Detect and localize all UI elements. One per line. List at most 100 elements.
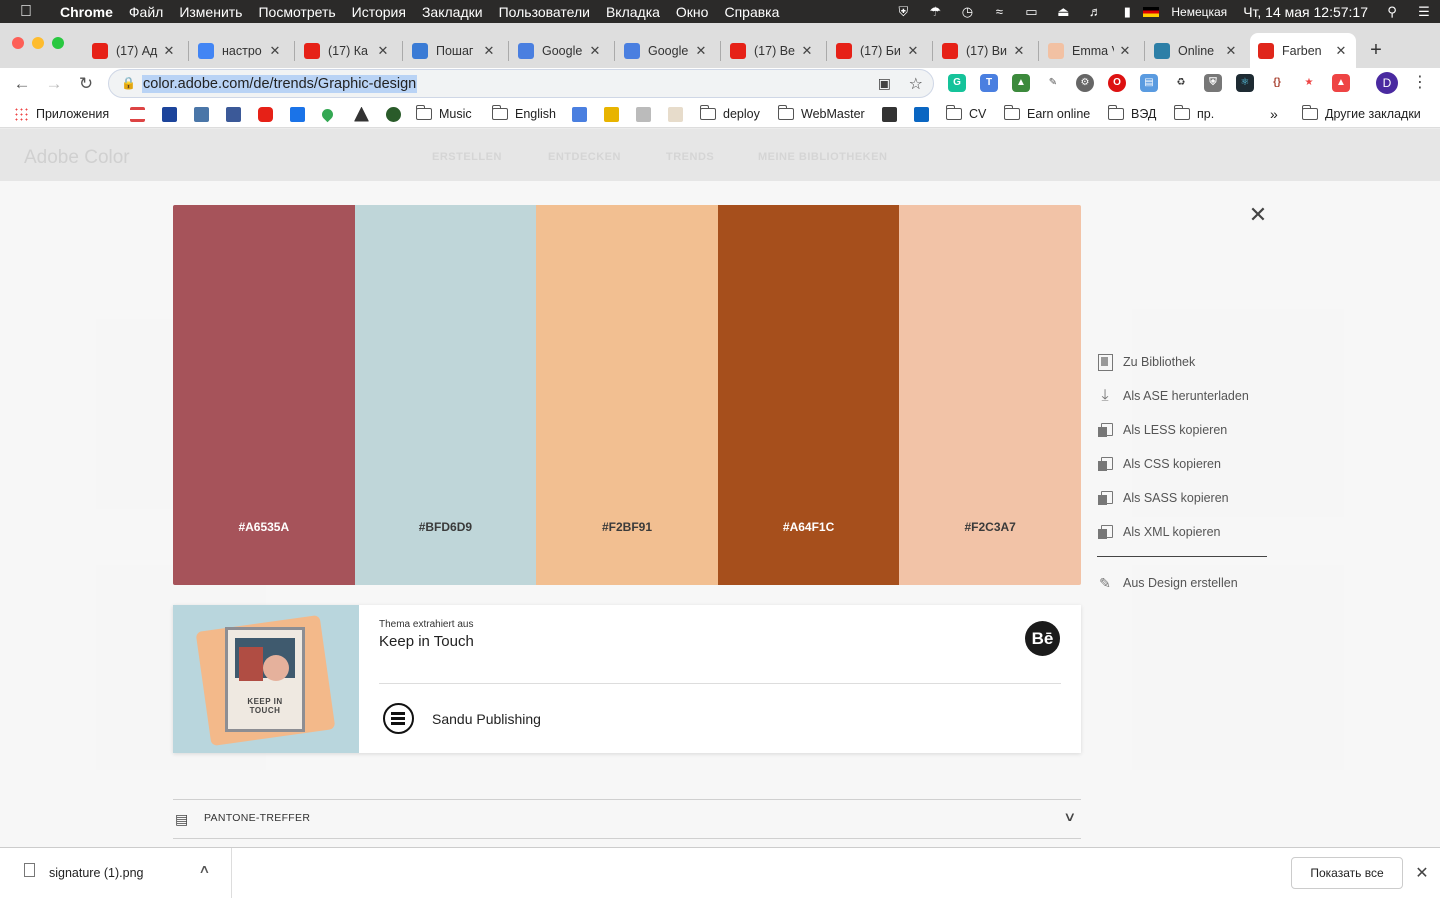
profile-avatar[interactable]: D bbox=[1376, 72, 1398, 94]
reload-icon[interactable]: ↻ bbox=[74, 72, 98, 96]
copy-sass-button[interactable]: Als SASS kopieren bbox=[1097, 481, 1267, 515]
adobe-color-brand[interactable]: Adobe Color bbox=[24, 147, 130, 169]
bookmark-mailchimp[interactable] bbox=[604, 105, 626, 123]
chevron-up-icon[interactable]: ∧ bbox=[198, 862, 210, 876]
json-extension-icon[interactable]: {} bbox=[1268, 74, 1286, 92]
tab-youtube[interactable]: (17) Ка ✕ bbox=[296, 33, 398, 68]
tab-d[interactable]: Online ✕ bbox=[1146, 33, 1246, 68]
close-tab-icon[interactable]: ✕ bbox=[162, 43, 176, 59]
close-window-icon[interactable] bbox=[12, 37, 24, 49]
color-swatch[interactable]: #F2C3A7 bbox=[899, 205, 1081, 585]
close-download-shelf-icon[interactable]: ✕ bbox=[1414, 863, 1430, 883]
nav-explore[interactable]: ENTDECKEN bbox=[548, 151, 621, 163]
theme-source-title[interactable]: Keep in Touch bbox=[379, 633, 474, 650]
bookmark-music[interactable]: Music bbox=[415, 105, 472, 123]
bookmark-english[interactable]: English bbox=[491, 105, 556, 123]
url-text[interactable]: color.adobe.com/de/trends/Graphic-design bbox=[142, 75, 418, 93]
tab-youtube[interactable]: (17) Би ✕ bbox=[828, 33, 928, 68]
bookmark-gear[interactable] bbox=[386, 105, 408, 123]
lock-icon[interactable]: 🔒 bbox=[121, 76, 136, 90]
back-icon[interactable]: ← bbox=[10, 72, 34, 96]
react-devtools-icon[interactable]: ⚛ bbox=[1236, 74, 1254, 92]
bookmark-pr[interactable]: пр. bbox=[1173, 105, 1214, 123]
tab-youtube[interactable]: (17) Ад ✕ bbox=[84, 33, 184, 68]
bookmark-calendar[interactable] bbox=[290, 105, 312, 123]
bookmark-doc[interactable] bbox=[668, 105, 690, 123]
new-tab-button[interactable]: + bbox=[1366, 39, 1386, 62]
close-tab-icon[interactable]: ✕ bbox=[800, 43, 814, 59]
menu-app-name[interactable]: Chrome bbox=[52, 4, 121, 20]
forward-icon[interactable]: → bbox=[42, 72, 66, 96]
menu-tab[interactable]: Вкладка bbox=[598, 4, 668, 20]
shield-icon[interactable]: ⛨ bbox=[887, 4, 919, 20]
nav-libraries[interactable]: MEINE BIBLIOTHEKEN bbox=[758, 151, 887, 163]
time-machine-icon[interactable]: ◷ bbox=[951, 4, 983, 20]
spotlight-search-icon[interactable]: ⚲ bbox=[1376, 4, 1408, 20]
copy-css-button[interactable]: Als CSS kopieren bbox=[1097, 447, 1267, 481]
volume-icon[interactable]: ♬ bbox=[1079, 4, 1111, 19]
bookmark-translate[interactable] bbox=[572, 105, 594, 123]
bookmark-facebook[interactable] bbox=[226, 105, 248, 123]
color-swatch[interactable]: #A64F1C bbox=[717, 205, 900, 585]
bookmark-image[interactable] bbox=[882, 105, 904, 123]
umbrella-icon[interactable]: ☂ bbox=[919, 4, 951, 20]
tab-emma[interactable]: Emma V ✕ bbox=[1040, 33, 1140, 68]
color-swatch[interactable]: #F2BF91 bbox=[536, 205, 718, 585]
settings-extension-icon[interactable]: ⚙ bbox=[1076, 74, 1094, 92]
chevron-down-icon[interactable]: ∨ bbox=[1063, 809, 1076, 825]
close-tab-icon[interactable]: ✕ bbox=[1334, 43, 1348, 59]
zoom-window-icon[interactable] bbox=[52, 37, 64, 49]
menu-help[interactable]: Справка bbox=[716, 4, 787, 20]
bookmark-youtube[interactable] bbox=[258, 105, 280, 123]
menu-history[interactable]: История bbox=[344, 4, 414, 20]
tab-youtube[interactable]: (17) Be ✕ bbox=[722, 33, 822, 68]
lighthouse-extension-icon[interactable]: ▲ bbox=[1332, 74, 1350, 92]
eject-icon[interactable]: ⏏ bbox=[1047, 4, 1079, 20]
color-swatch[interactable]: #A6535A bbox=[173, 205, 355, 585]
add-to-library-button[interactable]: Zu Bibliothek bbox=[1097, 345, 1267, 379]
source-thumbnail[interactable]: KEEP IN TOUCH bbox=[173, 605, 359, 753]
share-extension-icon[interactable]: ★ bbox=[1300, 74, 1318, 92]
battery-icon[interactable]: ▮ bbox=[1111, 4, 1143, 20]
menu-people[interactable]: Пользователи bbox=[491, 4, 598, 20]
cast-icon[interactable]: ▣ bbox=[878, 75, 891, 92]
recycle-extension-icon[interactable]: ♻ bbox=[1172, 74, 1190, 92]
shield-extension-icon[interactable]: ⛨ bbox=[1204, 74, 1222, 92]
notification-center-icon[interactable]: ☰ bbox=[1408, 4, 1440, 20]
bookmark-gmx[interactable] bbox=[162, 105, 184, 123]
close-modal-icon[interactable]: ✕ bbox=[1248, 204, 1268, 226]
behance-icon[interactable]: Bē bbox=[1025, 621, 1060, 656]
airplay-icon[interactable]: ▭ bbox=[1015, 4, 1047, 20]
bookmark-vk[interactable] bbox=[194, 105, 216, 123]
menu-view[interactable]: Посмотреть bbox=[250, 4, 343, 20]
opera-extension-icon[interactable]: O bbox=[1108, 74, 1126, 92]
chrome-menu-icon[interactable]: ⋮ bbox=[1412, 72, 1428, 92]
create-from-design-button[interactable]: ✎ Aus Design erstellen bbox=[1097, 566, 1267, 600]
bookmarks-overflow-button[interactable]: » bbox=[1270, 105, 1278, 123]
keyboard-layout[interactable]: Немецкая bbox=[1163, 5, 1235, 19]
wifi-icon[interactable]: ≈ bbox=[983, 4, 1015, 19]
close-tab-icon[interactable]: ✕ bbox=[1224, 43, 1238, 59]
tab-translate[interactable]: Google ✕ bbox=[510, 33, 610, 68]
nav-create[interactable]: ERSTELLEN bbox=[432, 151, 502, 163]
bookmark-other[interactable]: Другие закладки bbox=[1301, 105, 1421, 123]
window-extension-icon[interactable]: ▤ bbox=[1140, 74, 1158, 92]
bookmark-ved[interactable]: ВЭД bbox=[1107, 105, 1156, 123]
copy-xml-button[interactable]: Als XML kopieren bbox=[1097, 515, 1267, 549]
bookmark-linkedin[interactable] bbox=[914, 105, 936, 123]
show-all-downloads-button[interactable]: Показать все bbox=[1291, 857, 1403, 889]
publisher-avatar-icon[interactable] bbox=[383, 703, 414, 734]
close-tab-icon[interactable]: ✕ bbox=[588, 43, 602, 59]
close-tab-icon[interactable]: ✕ bbox=[906, 43, 920, 59]
bookmark-gmail[interactable] bbox=[130, 105, 152, 123]
pantone-matches-section[interactable]: ▤ PANTONE-TREFFER ∨ bbox=[173, 799, 1081, 839]
bookmark-rocket[interactable] bbox=[354, 105, 376, 123]
menubar-clock[interactable]: Чт, 14 мая 12:57:17 bbox=[1235, 4, 1376, 20]
publisher-name[interactable]: Sandu Publishing bbox=[432, 711, 541, 727]
bookmark-apps[interactable]: Приложения bbox=[14, 105, 109, 123]
tab-adobe[interactable]: Farben ✕ bbox=[1250, 33, 1356, 68]
bookmark-cv[interactable]: CV bbox=[945, 105, 986, 123]
grammarly-extension-icon[interactable]: G bbox=[948, 74, 966, 92]
nav-trends[interactable]: TRENDS bbox=[666, 151, 714, 163]
bookmark-earn-online[interactable]: Earn online bbox=[1003, 105, 1090, 123]
